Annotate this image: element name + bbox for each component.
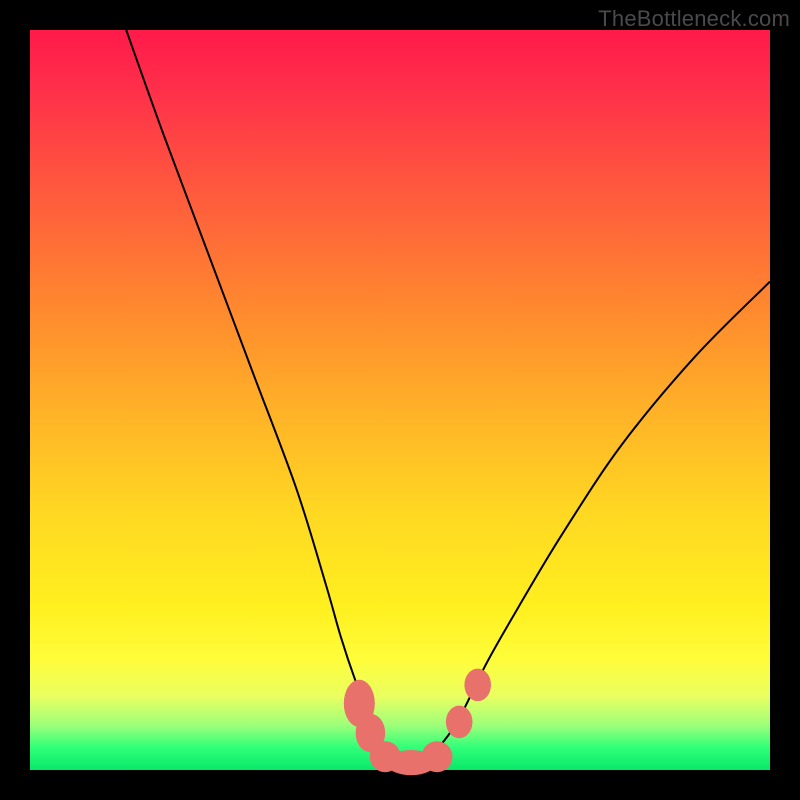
plot-area xyxy=(30,30,770,770)
curve-marker xyxy=(464,669,491,702)
chart-frame: TheBottleneck.com xyxy=(0,0,800,800)
bottleneck-curve xyxy=(126,30,770,764)
curve-marker xyxy=(446,706,473,739)
marker-group xyxy=(344,669,491,776)
curve-svg xyxy=(30,30,770,770)
watermark-text: TheBottleneck.com xyxy=(598,6,790,32)
curve-marker xyxy=(422,741,453,772)
